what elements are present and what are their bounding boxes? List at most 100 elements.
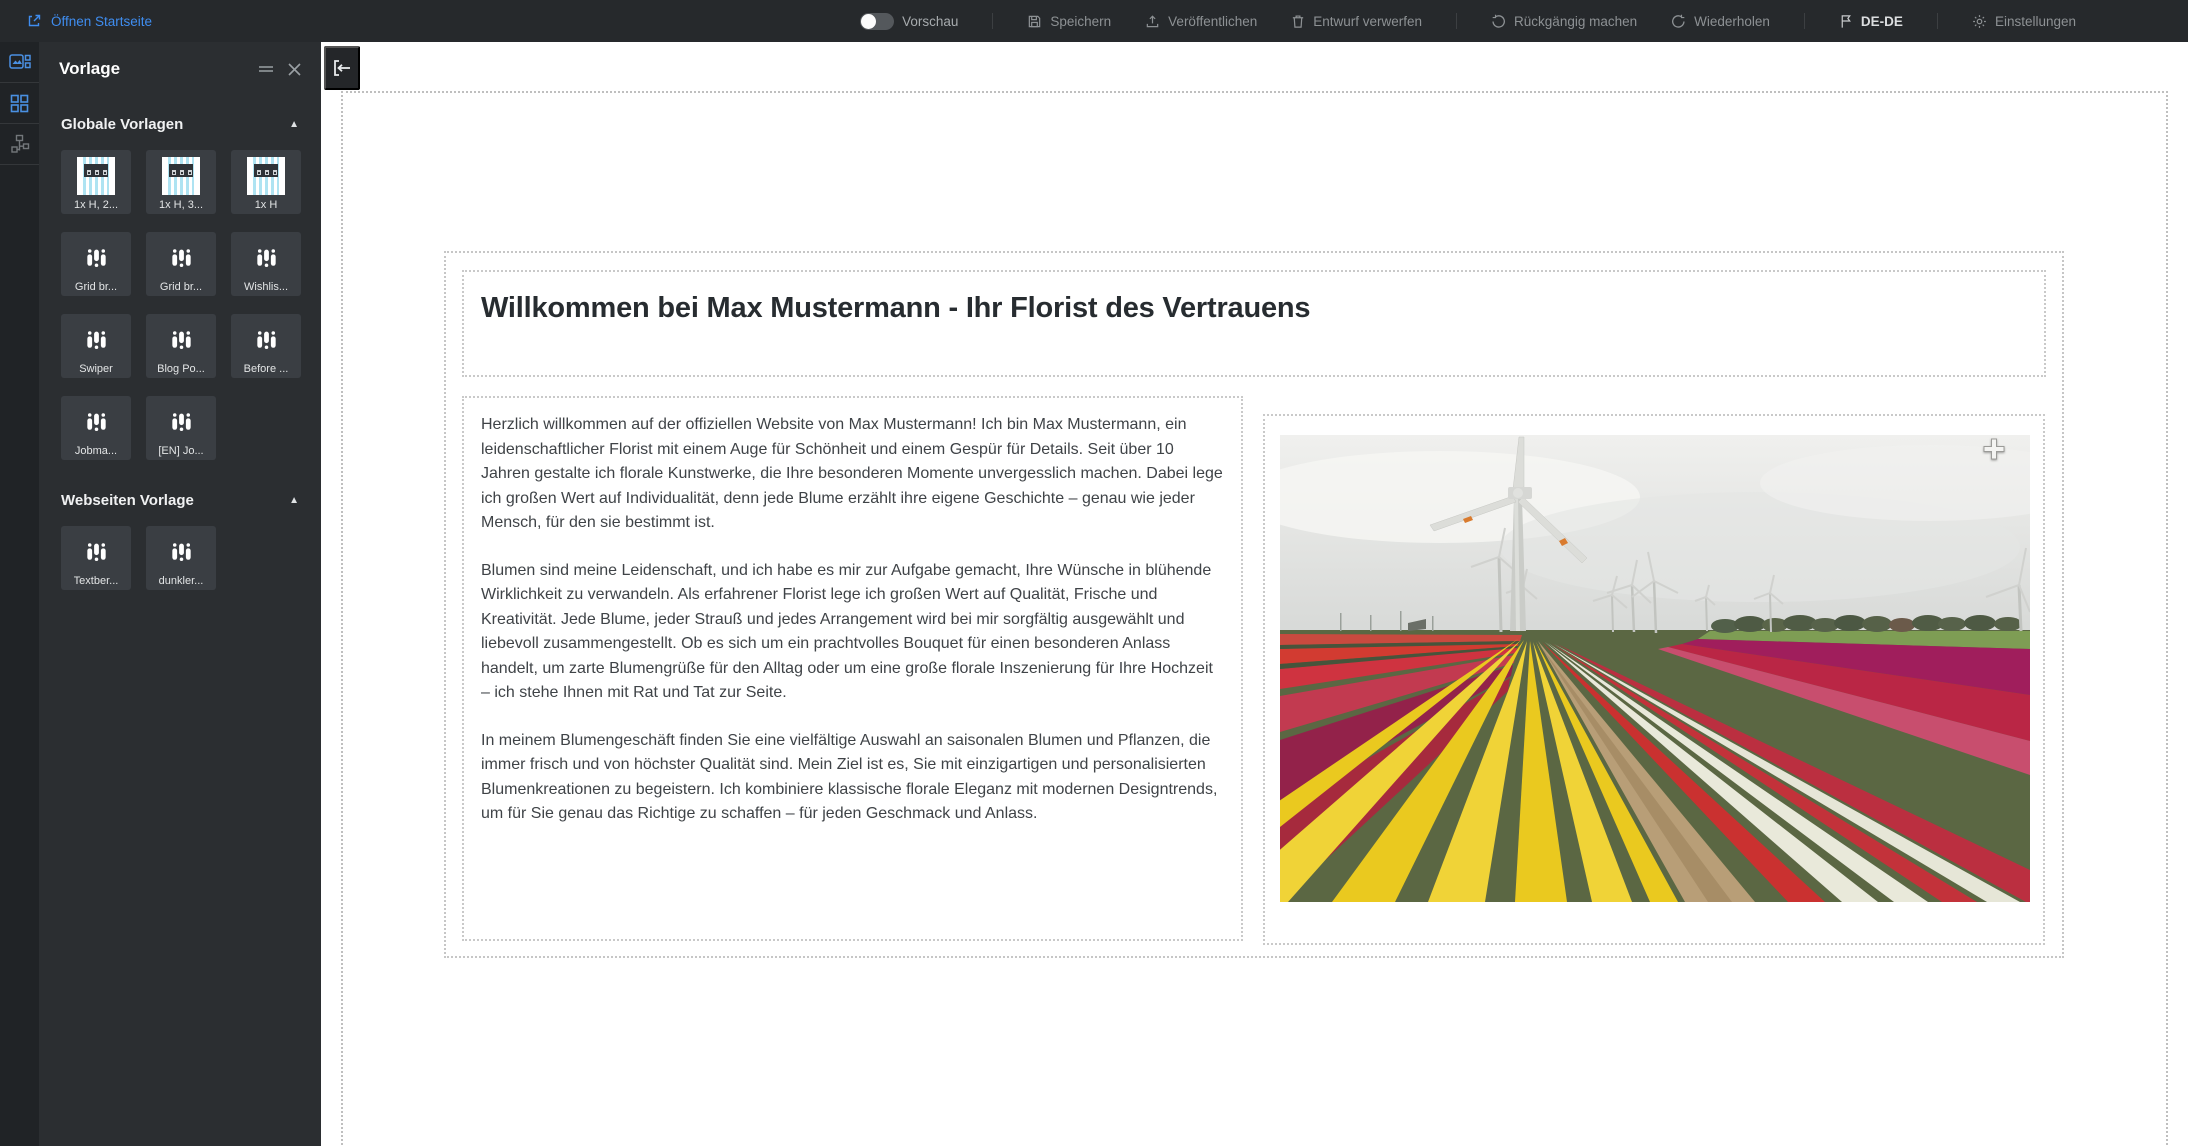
- gear-icon: [1972, 14, 1987, 29]
- template-tile-label: Before ...: [244, 363, 289, 375]
- template-layout-thumbnail: [77, 157, 115, 195]
- template-module-icon: [84, 239, 109, 277]
- template-tile-1x-h-3[interactable]: 1x H, 3...: [146, 150, 216, 214]
- page-heading: Willkommen bei Max Mustermann - Ihr Flor…: [481, 292, 2044, 325]
- template-layout-thumbnail: [247, 157, 285, 195]
- template-module-icon: [254, 246, 279, 271]
- template-module-icon: [84, 540, 109, 565]
- drag-handle-icon[interactable]: [258, 64, 274, 74]
- template-module-icon: [169, 540, 194, 565]
- preview-toggle-group: Vorschau: [860, 13, 958, 30]
- language-switcher[interactable]: DE-DE: [1839, 14, 1903, 29]
- template-tile-swiper[interactable]: Swiper: [61, 314, 131, 378]
- template-module-icon: [169, 246, 194, 271]
- upload-icon: [1145, 14, 1160, 29]
- section-header-global[interactable]: Globale Vorlagen ▲: [61, 110, 299, 138]
- editor-mode-strip: [0, 42, 39, 1146]
- template-tile-jobma[interactable]: Jobma...: [61, 396, 131, 460]
- template-tile-label: 1x H: [255, 199, 278, 211]
- webpage-template-grid: Textber... dunkler...: [61, 526, 299, 590]
- blocks-icon: [9, 53, 31, 71]
- publish-button[interactable]: Veröffentlichen: [1145, 14, 1257, 29]
- template-tile-label: [EN] Jo...: [158, 445, 203, 457]
- template-tile-wishlis[interactable]: Wishlis...: [231, 232, 301, 296]
- template-module-icon: [169, 239, 194, 277]
- template-tile-blog-po[interactable]: Blog Po...: [146, 314, 216, 378]
- save-icon: [1027, 14, 1042, 29]
- close-icon[interactable]: [288, 63, 301, 76]
- open-startpage-label: Öffnen Startseite: [51, 14, 152, 29]
- template-module-icon: [254, 328, 279, 353]
- template-tile-label: Grid br...: [160, 281, 202, 293]
- template-module-icon: [169, 403, 194, 441]
- chevron-up-icon: ▲: [289, 495, 299, 506]
- strip-item-blocks[interactable]: [0, 42, 39, 83]
- page-editor-canvas[interactable]: Willkommen bei Max Mustermann - Ihr Flor…: [321, 42, 2188, 1146]
- heading-block[interactable]: Willkommen bei Max Mustermann - Ihr Flor…: [462, 270, 2046, 377]
- preview-toggle[interactable]: [860, 13, 894, 30]
- template-layout-thumbnail: [162, 157, 200, 195]
- template-module-icon: [84, 328, 109, 353]
- text-block[interactable]: Herzlich willkommen auf der offiziellen …: [462, 396, 1243, 941]
- template-tile-label: 1x H, 3...: [159, 199, 203, 211]
- global-template-grid: 1x H, 2... 1x H, 3... 1x H Grid br... Grid…: [61, 150, 299, 460]
- collapse-sidebar-button[interactable]: [324, 46, 360, 90]
- template-tile-dunkler[interactable]: dunkler...: [146, 526, 216, 590]
- template-tile-1x-h[interactable]: 1x H: [231, 150, 301, 214]
- sidebar-body: Globale Vorlagen ▲ 1x H, 2...1x H, 3...1…: [39, 110, 321, 590]
- undo-icon: [1491, 14, 1506, 29]
- template-tile-label: Wishlis...: [244, 281, 288, 293]
- template-tile-textber[interactable]: Textber...: [61, 526, 131, 590]
- template-module-icon: [84, 410, 109, 435]
- collapse-left-icon: [331, 58, 353, 78]
- template-module-icon: [254, 239, 279, 277]
- paragraph: In meinem Blumengeschäft finden Sie eine…: [481, 729, 1224, 827]
- settings-button[interactable]: Einstellungen: [1972, 14, 2076, 29]
- toolbar-divider: [1456, 13, 1457, 29]
- template-module-icon: [169, 533, 194, 571]
- sitemap-icon: [10, 134, 30, 154]
- template-module-icon: [84, 321, 109, 359]
- discard-draft-button[interactable]: Entwurf verwerfen: [1291, 14, 1422, 29]
- template-module-icon: [84, 246, 109, 271]
- tulip-field-image: [1280, 435, 2030, 902]
- template-tile-label: Swiper: [79, 363, 113, 375]
- template-tile-en-jo[interactable]: [EN] Jo...: [146, 396, 216, 460]
- open-startpage-link[interactable]: Öffnen Startseite: [26, 13, 152, 29]
- grid-icon: [10, 94, 29, 113]
- undo-button[interactable]: Rückgängig machen: [1491, 14, 1637, 29]
- template-tile-label: Blog Po...: [157, 363, 205, 375]
- toolbar-divider: [1804, 13, 1805, 29]
- top-toolbar: Öffnen Startseite Vorschau Speichern Ver…: [0, 0, 2188, 42]
- chevron-up-icon: ▲: [289, 119, 299, 130]
- template-tile-grid-br[interactable]: Grid br...: [146, 232, 216, 296]
- save-button[interactable]: Speichern: [1027, 14, 1111, 29]
- paragraph: Herzlich willkommen auf der offiziellen …: [481, 413, 1224, 536]
- template-sidebar: Vorlage Globale Vorlagen ▲ 1x H, 2...1x …: [39, 42, 321, 1146]
- paragraph: Blumen sind meine Leidenschaft, und ich …: [481, 559, 1224, 706]
- template-tile-before[interactable]: Before ...: [231, 314, 301, 378]
- template-module-icon: [84, 533, 109, 571]
- template-module-icon: [169, 410, 194, 435]
- template-tile-1x-h-2[interactable]: 1x H, 2...: [61, 150, 131, 214]
- sidebar-title: Vorlage: [59, 59, 258, 79]
- toolbar-divider: [992, 13, 993, 29]
- strip-item-navigator[interactable]: [0, 124, 39, 165]
- image-block[interactable]: [1263, 414, 2045, 945]
- flag-icon: [1839, 14, 1853, 29]
- strip-item-layout[interactable]: [0, 83, 39, 124]
- template-module-icon: [84, 403, 109, 441]
- template-tile-label: dunkler...: [159, 575, 204, 587]
- redo-icon: [1671, 14, 1686, 29]
- preview-label: Vorschau: [902, 14, 958, 29]
- template-tile-label: Textber...: [74, 575, 119, 587]
- template-tile-label: Grid br...: [75, 281, 117, 293]
- template-tile-grid-br[interactable]: Grid br...: [61, 232, 131, 296]
- trash-icon: [1291, 14, 1305, 29]
- template-tile-label: 1x H, 2...: [74, 199, 118, 211]
- section-header-webpage[interactable]: Webseiten Vorlage ▲: [61, 486, 299, 514]
- move-cursor-icon: [1983, 438, 2005, 460]
- sidebar-header: Vorlage: [39, 42, 321, 96]
- redo-button[interactable]: Wiederholen: [1671, 14, 1770, 29]
- template-module-icon: [254, 321, 279, 359]
